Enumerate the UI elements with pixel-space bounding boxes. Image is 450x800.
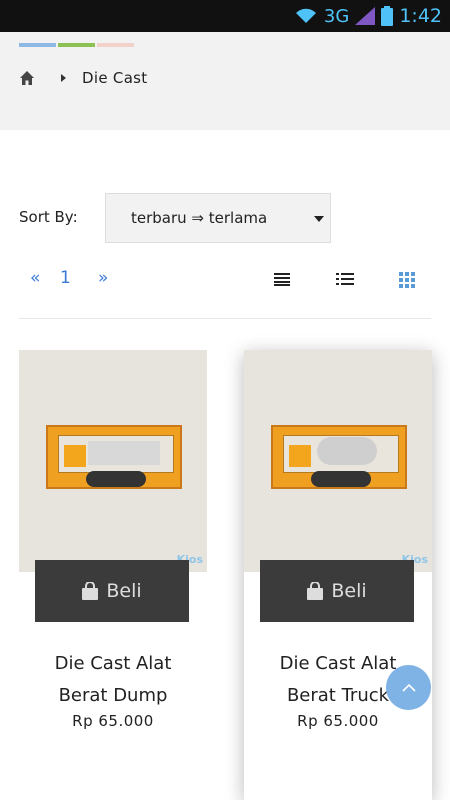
product-title[interactable]: Die Cast Alat Berat Dump bbox=[19, 648, 207, 712]
sort-label: Sort By: bbox=[19, 208, 78, 226]
product-card[interactable]: Kios Beli Die Cast Alat Berat Dump Rp 65… bbox=[19, 350, 207, 800]
truck-body bbox=[88, 441, 160, 465]
grid-icon[interactable] bbox=[399, 272, 415, 288]
box-logo bbox=[311, 471, 371, 487]
buy-button[interactable]: Beli bbox=[260, 560, 414, 622]
status-icons: 3G 1:42 bbox=[294, 0, 442, 32]
pagination-next[interactable]: » bbox=[98, 268, 108, 288]
sort-selected-value: terbaru ⇒ terlama bbox=[131, 209, 268, 227]
caret-down-icon bbox=[314, 216, 324, 222]
wifi-icon bbox=[295, 8, 316, 23]
divider bbox=[19, 318, 431, 319]
strip-green bbox=[58, 43, 95, 47]
strip-blue bbox=[19, 43, 56, 47]
product-price: Rp 65.000 bbox=[297, 712, 379, 730]
list-lines-icon[interactable] bbox=[273, 272, 291, 286]
breadcrumb: Die Cast bbox=[19, 68, 147, 88]
pagination: « 1 » bbox=[30, 268, 108, 288]
clock: 1:42 bbox=[399, 5, 442, 27]
list-bullets-icon[interactable] bbox=[336, 272, 354, 286]
strip-pink bbox=[97, 43, 134, 47]
box-logo bbox=[86, 471, 146, 487]
network-type: 3G bbox=[323, 5, 350, 27]
truck-mixer bbox=[317, 437, 377, 465]
buy-button-label: Beli bbox=[331, 580, 367, 602]
chevron-up-icon bbox=[401, 683, 416, 692]
toy-box bbox=[46, 425, 182, 489]
toy-box bbox=[271, 425, 407, 489]
buy-button[interactable]: Beli bbox=[35, 560, 189, 622]
product-image[interactable]: Kios bbox=[19, 350, 207, 572]
truck-cab bbox=[64, 445, 86, 467]
product-price: Rp 65.000 bbox=[72, 712, 154, 730]
signal-icon bbox=[355, 7, 376, 25]
page-header: Die Cast bbox=[0, 32, 450, 130]
status-bar: 3G 1:42 bbox=[0, 0, 450, 32]
pagination-prev[interactable]: « bbox=[30, 268, 60, 288]
truck-cab bbox=[289, 445, 311, 467]
product-card[interactable]: Kios Beli Die Cast Alat Berat Truck Rp 6… bbox=[244, 350, 432, 800]
shopping-bag-icon bbox=[82, 582, 99, 600]
product-image[interactable]: Kios bbox=[244, 350, 432, 572]
shopping-bag-icon bbox=[307, 582, 324, 600]
scroll-to-top-button[interactable] bbox=[386, 665, 431, 710]
breadcrumb-current: Die Cast bbox=[82, 69, 148, 87]
product-title-line1: Die Cast Alat bbox=[54, 653, 172, 674]
caret-right-icon bbox=[61, 74, 66, 82]
pagination-page[interactable]: 1 bbox=[60, 268, 98, 288]
buy-button-label: Beli bbox=[106, 580, 142, 602]
home-icon[interactable] bbox=[19, 70, 35, 86]
color-strip bbox=[19, 43, 134, 47]
sort-select[interactable]: terbaru ⇒ terlama bbox=[105, 193, 331, 243]
product-title-line2: Berat Dump bbox=[58, 685, 168, 706]
battery-icon bbox=[381, 6, 394, 26]
